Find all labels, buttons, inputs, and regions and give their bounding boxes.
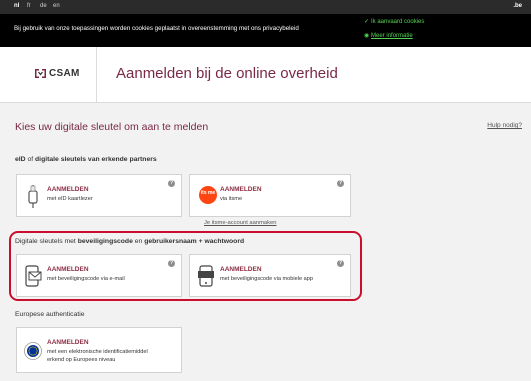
create-itsme-account-link[interactable]: Je itsme-account aanmaken	[204, 220, 277, 226]
eu-stars-icon	[24, 342, 42, 360]
login-eid-card[interactable]: AANMELDEN met eID kaartlezer ?	[16, 174, 182, 217]
lang-de[interactable]: de	[40, 3, 47, 9]
language-bar: nl fr de en .be	[0, 0, 531, 14]
page-title: Aanmelden bij de online overheid	[116, 65, 338, 82]
more-info-label: Meer informatie	[371, 33, 413, 39]
lang-fr[interactable]: fr	[27, 3, 31, 9]
login-european-card[interactable]: AANMELDEN met een elektronische identifi…	[16, 327, 182, 373]
cookie-text: Bij gebruik van onze toepassingen worden…	[14, 25, 299, 32]
card-reader-icon	[28, 185, 38, 208]
lang-nl[interactable]: nl	[14, 3, 19, 9]
section-heading: Kies uw digitale sleutel om aan te melde…	[15, 121, 209, 133]
itsme-logo-text: its me	[201, 190, 216, 196]
card-title: AANMELDEN	[47, 186, 89, 193]
logo-text: CSAM	[49, 68, 80, 79]
highlight-outline	[9, 231, 362, 301]
check-icon: ✓	[364, 19, 370, 25]
european-section-label: Europese authenticatie	[15, 311, 85, 318]
header: CSAM Aanmelden bij de online overheid	[0, 47, 531, 103]
csam-logo[interactable]: CSAM	[0, 47, 97, 102]
accept-cookies-button[interactable]: ✓ Ik aanvaard cookies	[364, 18, 424, 25]
help-icon[interactable]: ?	[337, 180, 344, 187]
itsme-icon: its me	[199, 186, 217, 204]
help-icon[interactable]: ?	[168, 180, 175, 187]
card-subtitle: met eID kaartlezer	[47, 196, 93, 202]
csam-logo-icon	[35, 69, 46, 78]
belgium-domain-logo[interactable]: .be	[513, 3, 522, 9]
card-title: AANMELDEN	[47, 339, 89, 346]
accept-cookies-label: Ik aanvaard cookies	[371, 19, 425, 25]
eid-label-bold: eID	[15, 156, 26, 163]
card-subtitle: met een elektronische identificatiemidde…	[47, 349, 148, 364]
eid-label-text: of	[25, 156, 36, 163]
login-itsme-card[interactable]: its me AANMELDEN via itsme ?	[189, 174, 351, 217]
help-link[interactable]: Hulp nodig?	[487, 122, 522, 129]
card-title: AANMELDEN	[220, 186, 262, 193]
more-info-link[interactable]: ◉ Meer informatie	[364, 32, 413, 39]
card-subtitle-line2: erkend op Europees niveau	[47, 356, 116, 363]
info-icon: ◉	[364, 33, 370, 39]
lang-en[interactable]: en	[53, 3, 60, 9]
card-subtitle: via itsme	[220, 196, 243, 202]
card-subtitle-line1: met een elektronische identificatiemidde…	[47, 349, 148, 355]
eid-label-bold2: digitale sleutels van erkende partners	[35, 156, 157, 163]
eid-section-label: eID of digitale sleutels van erkende par…	[15, 156, 157, 163]
cookie-banner: Bij gebruik van onze toepassingen worden…	[0, 14, 531, 47]
